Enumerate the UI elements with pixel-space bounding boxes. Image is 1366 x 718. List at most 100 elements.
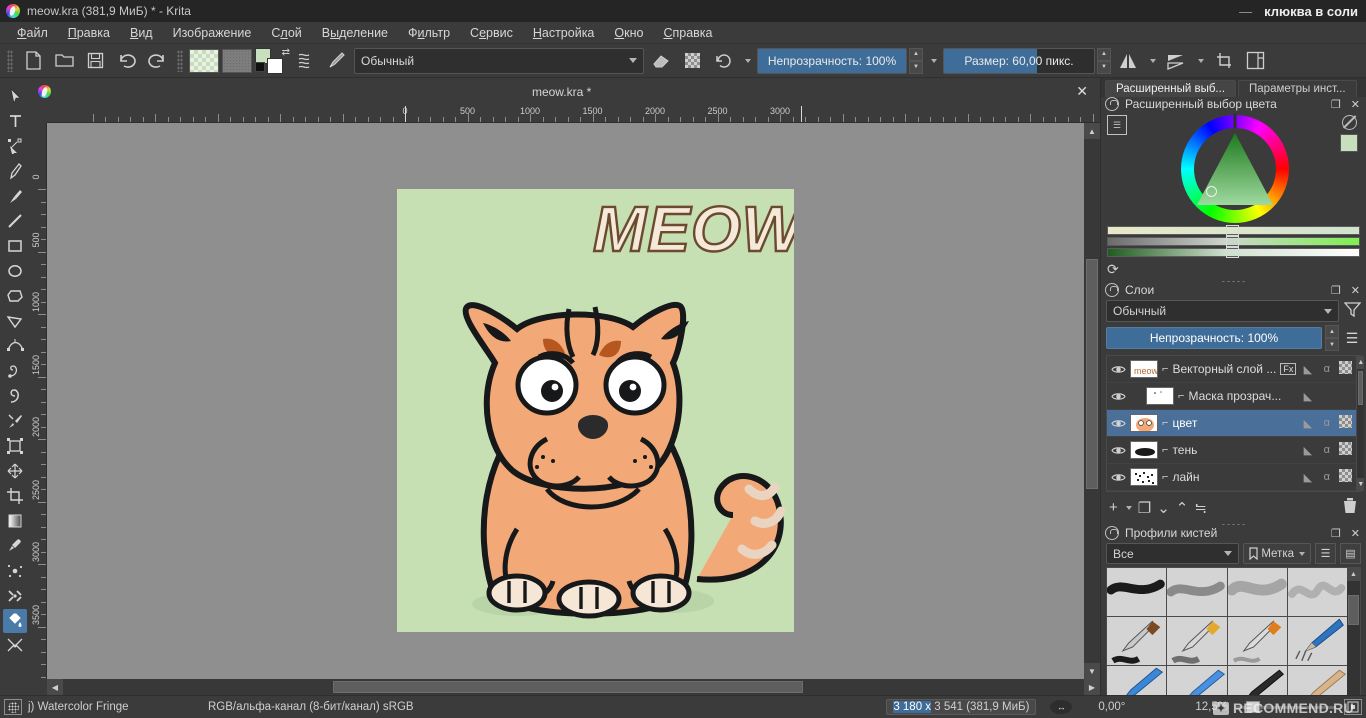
add-layer-dropdown-icon[interactable] xyxy=(1125,505,1132,510)
layer-alpha-icon[interactable]: α xyxy=(1319,417,1334,429)
workspace-chooser-icon[interactable] xyxy=(1241,48,1269,74)
scroll-track[interactable] xyxy=(1357,369,1365,478)
menu-select[interactable]: Выделение xyxy=(313,23,397,43)
menu-image[interactable]: Изображение xyxy=(164,23,261,43)
duplicate-layer-button[interactable]: ❐ xyxy=(1138,499,1151,517)
lock-icon[interactable] xyxy=(1105,97,1119,111)
float-icon[interactable]: ❐ xyxy=(1329,527,1343,540)
brush-preset-icon[interactable] xyxy=(4,699,22,715)
scroll-right-button[interactable]: ▶ xyxy=(1084,679,1100,695)
tool-dynamic-brush[interactable] xyxy=(3,384,27,408)
menu-settings[interactable]: Настройка xyxy=(524,23,604,43)
scroll-thumb[interactable] xyxy=(1358,371,1364,405)
brush-preset-scrollbar[interactable]: ▲ ▼ xyxy=(1347,568,1360,714)
eraser-mode-icon[interactable] xyxy=(647,48,675,74)
status-zoom[interactable]: 12,5% xyxy=(1195,701,1228,713)
brush-preset-cell[interactable] xyxy=(1227,617,1287,665)
scroll-thumb-vertical[interactable] xyxy=(1086,259,1098,489)
layer-visibility-icon[interactable] xyxy=(1110,469,1126,485)
menu-file[interactable]: Файл xyxy=(8,23,57,43)
brush-preset-cell[interactable] xyxy=(1107,617,1167,665)
preview-eye-icon[interactable]: ↔ xyxy=(1050,700,1073,714)
layer-list-scrollbar[interactable]: ▲ ▼ xyxy=(1356,356,1365,491)
brush-preset-cell[interactable] xyxy=(1287,617,1347,665)
canvas-horizontal-scrollbar[interactable]: ◀ ▶ xyxy=(47,679,1100,695)
tag-button[interactable]: Метка xyxy=(1243,543,1311,564)
funnel-icon[interactable] xyxy=(1343,301,1361,321)
mirror-horizontal-icon[interactable] xyxy=(1114,48,1142,74)
hue-value-slider[interactable] xyxy=(1107,225,1360,236)
layer-list[interactable]: meow ⌐ Векторный слой ... Fx ◣ α ⌐ Маска прозра… xyxy=(1106,355,1365,492)
layer-alpha-icon[interactable]: α xyxy=(1319,363,1334,375)
layer-alpha-lock-icon[interactable] xyxy=(1338,469,1353,485)
tool-freehand-path[interactable] xyxy=(3,359,27,383)
scroll-track-horizontal[interactable] xyxy=(63,679,1084,695)
brush-preset-cell[interactable] xyxy=(1167,568,1227,616)
refresh-icon[interactable]: ⟳ xyxy=(1107,261,1119,278)
mirror-vertical-dropdown-icon[interactable] xyxy=(1193,48,1207,74)
foreground-background-color-icon[interactable]: ⇄ xyxy=(255,47,290,74)
new-file-icon[interactable] xyxy=(19,48,47,74)
layer-fx-badge[interactable]: Fx xyxy=(1280,363,1297,375)
scroll-track-vertical[interactable] xyxy=(1084,139,1100,663)
reset-brush-icon[interactable] xyxy=(709,48,737,74)
tool-colorize-mask[interactable] xyxy=(3,584,27,608)
tool-rectangle[interactable] xyxy=(3,234,27,258)
tool-crop[interactable] xyxy=(3,484,27,508)
table-row[interactable]: ⌐ лайн ◣ α xyxy=(1107,464,1357,491)
reset-brush-dropdown-icon[interactable] xyxy=(740,48,754,74)
redo-icon[interactable] xyxy=(143,48,171,74)
scroll-left-button[interactable]: ◀ xyxy=(47,679,63,695)
menu-tools[interactable]: Сервис xyxy=(461,23,522,43)
table-row[interactable]: ⌐ Маска прозрач... ◣ xyxy=(1107,383,1357,410)
layer-thumbnail[interactable] xyxy=(1130,468,1158,486)
tool-gradient[interactable] xyxy=(3,509,27,533)
float-icon[interactable]: ❐ xyxy=(1329,284,1343,297)
layer-thumbnail[interactable] xyxy=(1146,387,1174,405)
fit-page-icon[interactable] xyxy=(1344,699,1362,715)
mirror-horizontal-dropdown-icon[interactable] xyxy=(1145,48,1159,74)
undo-icon[interactable] xyxy=(112,48,140,74)
save-file-icon[interactable] xyxy=(81,48,109,74)
brush-preset-grid[interactable]: ▲ ▼ xyxy=(1106,567,1361,715)
brush-preset-cell[interactable] xyxy=(1167,617,1227,665)
tool-bezier-curve[interactable] xyxy=(3,334,27,358)
brush-preset-cell[interactable] xyxy=(1287,568,1347,616)
lightness-slider[interactable] xyxy=(1107,247,1360,258)
close-icon[interactable]: ✕ xyxy=(1072,83,1092,100)
move-layer-down-button[interactable]: ⌄ xyxy=(1157,499,1170,517)
layer-name[interactable]: лайн xyxy=(1172,470,1296,484)
layer-visibility-icon[interactable] xyxy=(1110,361,1126,377)
tool-calligraphy[interactable] xyxy=(3,159,27,183)
layer-name[interactable]: Векторный слой ... xyxy=(1172,362,1276,376)
tool-fill[interactable] xyxy=(3,609,27,633)
menu-edit[interactable]: Правка xyxy=(59,23,119,43)
layer-name[interactable]: цвет xyxy=(1172,416,1296,430)
brush-preset-cell[interactable] xyxy=(1107,568,1167,616)
tab-tool-options[interactable]: Параметры инст... xyxy=(1238,80,1357,97)
table-row[interactable]: meow ⌐ Векторный слой ... Fx ◣ α xyxy=(1107,356,1357,383)
menu-window[interactable]: Окно xyxy=(605,23,652,43)
menu-layer[interactable]: Слой xyxy=(262,23,310,43)
tool-freehand-brush[interactable] xyxy=(3,184,27,208)
no-color-icon[interactable] xyxy=(1341,115,1357,130)
tool-text[interactable] xyxy=(3,109,27,133)
sv-marker[interactable] xyxy=(1205,186,1217,197)
zoom-slider[interactable] xyxy=(1236,701,1336,713)
brush-editor-icon[interactable] xyxy=(323,48,351,74)
menu-filter[interactable]: Фильтр xyxy=(399,23,459,43)
layer-blend-mode-select[interactable]: Обычный xyxy=(1106,300,1339,322)
layer-visibility-icon[interactable] xyxy=(1110,415,1126,431)
status-dimensions[interactable]: 3 180 x 3 541 (381,9 МиБ) xyxy=(886,699,1037,715)
scroll-up-button[interactable]: ▲ xyxy=(1347,568,1360,581)
wraparound-mode-icon[interactable] xyxy=(1210,48,1238,74)
menu-help[interactable]: Справка xyxy=(654,23,721,43)
layer-lock-icon[interactable]: ◣ xyxy=(1300,363,1315,376)
opacity-slider[interactable]: Непрозрачность: 100% xyxy=(757,47,907,74)
toolbar-grip-2[interactable] xyxy=(177,49,183,72)
lock-icon[interactable] xyxy=(1105,283,1119,297)
lock-icon[interactable] xyxy=(1105,526,1119,540)
mirror-vertical-icon[interactable] xyxy=(1162,48,1190,74)
layer-lock-icon[interactable]: ◣ xyxy=(1300,390,1315,403)
layer-alpha-lock-icon[interactable] xyxy=(1338,361,1353,377)
